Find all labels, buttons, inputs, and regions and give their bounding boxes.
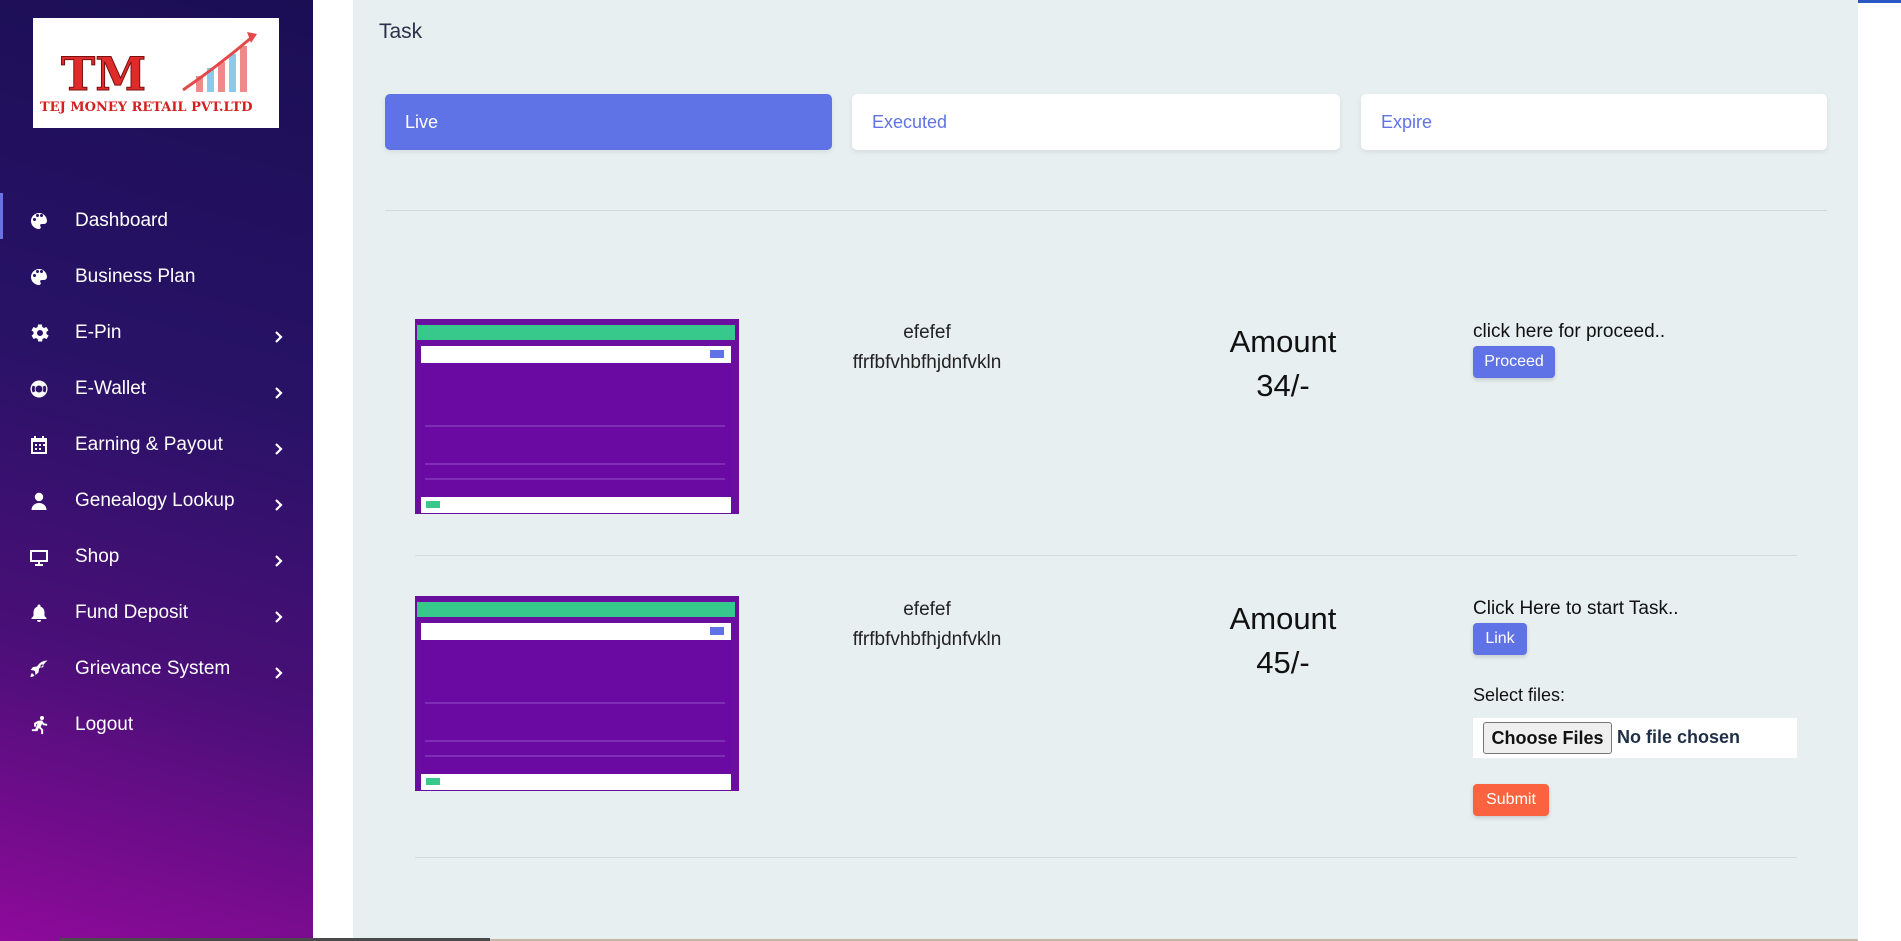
chevron-right-icon	[273, 439, 285, 455]
proceed-button[interactable]: Proceed	[1473, 346, 1555, 378]
choose-files-button[interactable]: Choose Files	[1483, 722, 1612, 754]
task-thumbnail	[415, 319, 739, 514]
rocket-icon	[28, 658, 50, 680]
task-amount: Amount 45/-	[1183, 597, 1383, 685]
sidebar-item-label: Earning & Payout	[75, 434, 223, 455]
user-icon	[28, 490, 50, 512]
submit-button[interactable]: Submit	[1473, 784, 1549, 816]
amount-value: 45/-	[1256, 645, 1310, 680]
tab-expire[interactable]: Expire	[1361, 94, 1827, 150]
tab-executed[interactable]: Executed	[852, 94, 1340, 150]
sidebar-item-business-plan[interactable]: Business Plan	[0, 249, 313, 305]
sidebar: TM TEJ MONEY RETAIL PVT.LTD Dashboard Bu…	[0, 0, 313, 941]
sidebar-item-label: Business Plan	[75, 266, 196, 287]
sidebar-item-genealogy-lookup[interactable]: Genealogy Lookup	[0, 473, 313, 529]
tab-live[interactable]: Live	[385, 94, 832, 150]
chevron-right-icon	[273, 663, 285, 679]
link-button[interactable]: Link	[1473, 623, 1527, 655]
sidebar-item-dashboard[interactable]: Dashboard	[0, 193, 313, 249]
logo-company-name: TEJ MONEY RETAIL PVT.LTD	[40, 100, 253, 115]
proceed-hint: click here for proceed..	[1473, 321, 1666, 342]
sidebar-item-label: Logout	[75, 714, 134, 735]
sidebar-nav: Dashboard Business Plan E-Pin E-Wallet E…	[0, 193, 313, 753]
divider	[415, 555, 1797, 556]
sidebar-item-label: Genealogy Lookup	[75, 490, 235, 511]
bell-icon	[28, 602, 50, 624]
task-name: efefef	[903, 322, 951, 343]
running-icon	[28, 714, 50, 736]
amount-value: 34/-	[1256, 368, 1310, 403]
select-files-label: Select files:	[1473, 685, 1566, 705]
amount-label: Amount	[1229, 601, 1337, 636]
sidebar-item-fund-deposit[interactable]: Fund Deposit	[0, 585, 313, 641]
task-details: ffrfbfvhbfhjdnfvkln	[852, 352, 1002, 373]
sidebar-item-label: Shop	[75, 546, 120, 567]
chevron-right-icon	[273, 383, 285, 399]
task-thumbnail	[415, 596, 739, 791]
task-description: efefef ffrfbfvhbfhjdnfvkln	[807, 318, 1047, 378]
chevron-right-icon	[273, 495, 285, 511]
company-logo[interactable]: TM TEJ MONEY RETAIL PVT.LTD	[33, 18, 279, 128]
amount-label: Amount	[1229, 324, 1337, 359]
right-strip	[1858, 0, 1901, 941]
start-task-hint: Click Here to start Task..	[1473, 598, 1679, 619]
palette-icon	[28, 210, 50, 232]
sidebar-item-logout[interactable]: Logout	[0, 697, 313, 753]
sidebar-item-shop[interactable]: Shop	[0, 529, 313, 585]
sidebar-item-e-wallet[interactable]: E-Wallet	[0, 361, 313, 417]
file-status: No file chosen	[1617, 727, 1741, 747]
task-name: efefef	[903, 599, 951, 620]
task-details: ffrfbfvhbfhjdnfvkln	[852, 629, 1002, 650]
task-amount: Amount 34/-	[1183, 320, 1383, 408]
palette-icon	[28, 266, 50, 288]
sidebar-item-grievance-system[interactable]: Grievance System	[0, 641, 313, 697]
task-description: efefef ffrfbfvhbfhjdnfvkln	[807, 595, 1047, 655]
logo-letters: TM	[61, 47, 146, 101]
divider	[385, 210, 1827, 211]
file-input[interactable]: Choose Files No file chosen	[1473, 718, 1797, 758]
sidebar-item-e-pin[interactable]: E-Pin	[0, 305, 313, 361]
chevron-right-icon	[273, 327, 285, 343]
gear-icon	[28, 322, 50, 344]
divider	[415, 857, 1797, 858]
calendar-icon	[28, 434, 50, 456]
sidebar-item-label: Dashboard	[75, 210, 168, 231]
sidebar-item-label: Fund Deposit	[75, 602, 189, 623]
chevron-right-icon	[273, 607, 285, 623]
lifebuoy-icon	[28, 378, 50, 400]
chevron-right-icon	[273, 551, 285, 567]
sidebar-item-earning-payout[interactable]: Earning & Payout	[0, 417, 313, 473]
page-title: Task	[379, 20, 423, 43]
sidebar-item-label: E-Pin	[75, 322, 122, 343]
monitor-icon	[28, 546, 50, 568]
sidebar-item-label: E-Wallet	[75, 378, 147, 399]
sidebar-item-label: Grievance System	[75, 658, 231, 679]
